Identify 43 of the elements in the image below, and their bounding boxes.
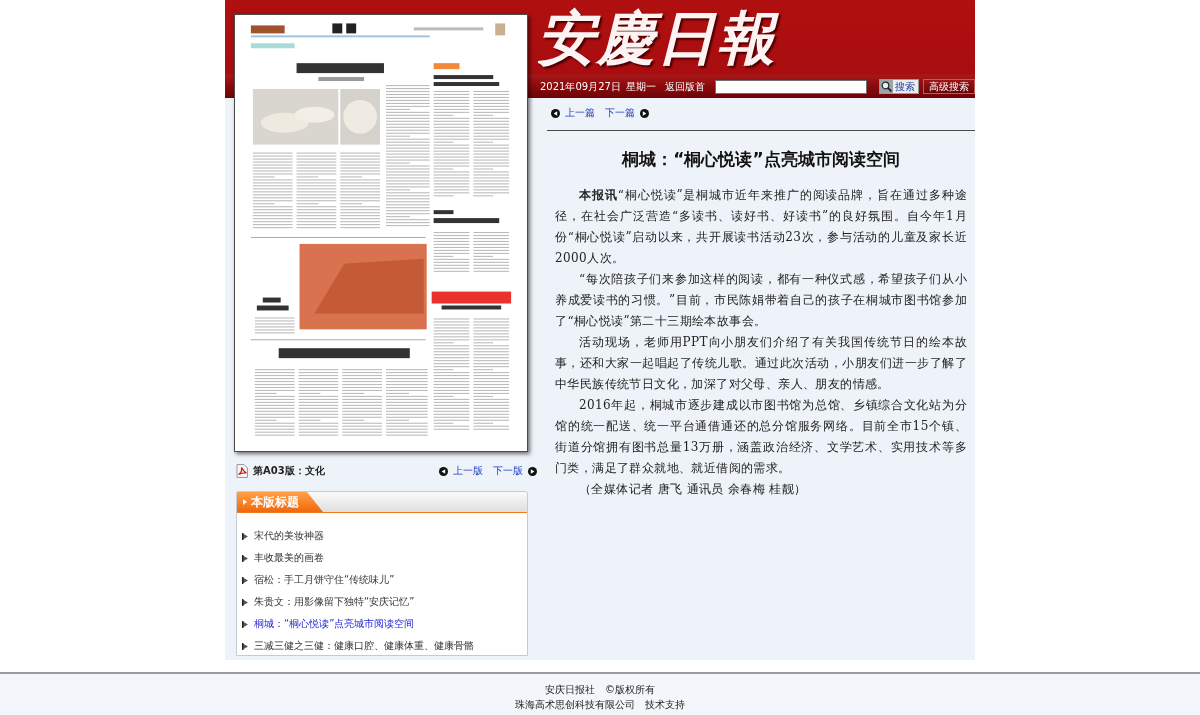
bullet-triangle-icon — [242, 642, 248, 650]
newspaper-page-drawing[interactable] — [234, 14, 528, 452]
headline-link[interactable]: 朱贵文：用影像留下独特“安庆记忆” — [242, 591, 527, 613]
arrow-right-icon — [528, 466, 537, 476]
headline-link[interactable]: 丰收最美的画卷 — [242, 547, 527, 569]
headline-link[interactable]: 宋代的美妆神器 — [242, 525, 527, 547]
bullet-triangle-icon — [242, 620, 248, 628]
bullet-triangle-icon — [242, 598, 248, 606]
edition-label: 第A03版：文化 — [253, 464, 325, 478]
triangle-icon — [243, 499, 247, 505]
article-paragraph: “每次陪孩子们来参加这样的阅读，都有一种仪式感，希望孩子们从小养成爱读书的习惯。”目前，市民陈娟带着自己的孩子在桐城市图书馆参加了“桐心悦读”第二十三期绘本故事会。 — [555, 271, 967, 330]
search-field[interactable] — [714, 79, 867, 94]
article-paragraph: 活动现场，老师用PPT向小朋友们介绍了有关我国传统节日的绘本故事，还和大家一起唱起了传统儿歌。通过此次活动，小朋友们进一步了解了中华民族传统节日文化，加深了对父母、亲人、朋友的情感。 — [555, 334, 967, 393]
panel-title: 本版标题 — [251, 493, 299, 511]
bullet-triangle-icon — [242, 576, 248, 584]
search-button[interactable]: 搜索 — [879, 79, 919, 94]
previous-article-link[interactable]: 上一篇 — [565, 106, 595, 120]
article-byline: （全媒体记者 唐飞 通讯员 余春梅 桂靓） — [578, 481, 808, 498]
article-paragraph: 2016年起，桐城市逐步建成以市图书馆为总馆、乡镇综合文化站为分馆的统一配送、统一平台通借通还的总分馆服务网络。目前全市15个镇、街道分馆拥有图书总量13万册，涵盖政治经济、文学艺术、实用技术等多门类，满足了群众就地、就近借阅的需求。 — [555, 397, 967, 477]
next-edition-link[interactable]: 下一版 — [493, 464, 523, 478]
article-title: 桐城：“桐心悦读”点亮城市阅读空间 — [620, 148, 901, 171]
footer-text: ©版权所有 — [605, 682, 655, 697]
bullet-triangle-icon — [242, 532, 248, 540]
headline-link[interactable]: 桐城：“桐心悦读”点亮城市阅读空间 — [242, 613, 527, 635]
footer-text: 技术支持 — [645, 697, 685, 712]
article-paragraph: 本报讯“桐心悦读”是桐城市近年来推广的阅读品牌，旨在通过多种途径，在社会广泛营造“多读书、读好书、好读书”的良好氛围。自今年1月份“桐心悦读”启动以来，共开展读书活动23次，参与活动的儿童及家长近2000人次。 — [555, 187, 967, 267]
search-icon — [880, 80, 893, 93]
previous-edition-link[interactable]: 上一版 — [453, 464, 483, 478]
advanced-search-button[interactable]: 高级搜索 — [923, 79, 975, 94]
arrow-left-icon — [551, 108, 560, 118]
footer-text: 安庆日报社 — [545, 682, 595, 697]
date-text: 2021年09月27日 — [540, 79, 621, 94]
arrow-right-icon — [640, 108, 649, 118]
home-link[interactable]: 返回版首 — [664, 79, 705, 94]
pdf-file-icon — [236, 464, 248, 478]
weekday-text: 星期一 — [625, 79, 656, 94]
bullet-triangle-icon — [242, 554, 248, 562]
next-article-link[interactable]: 下一篇 — [605, 106, 635, 120]
headline-link[interactable]: 三减三健之三健：健康口腔、健康体重、健康骨骼 — [242, 635, 527, 657]
footer-text: 珠海高术思创科技有限公司 — [515, 697, 635, 712]
arrow-left-icon — [439, 466, 448, 476]
newspaper-logo: 安慶日報 — [537, 4, 777, 71]
headline-link[interactable]: 宿松：手工月饼守住“传统味儿” — [242, 569, 527, 591]
